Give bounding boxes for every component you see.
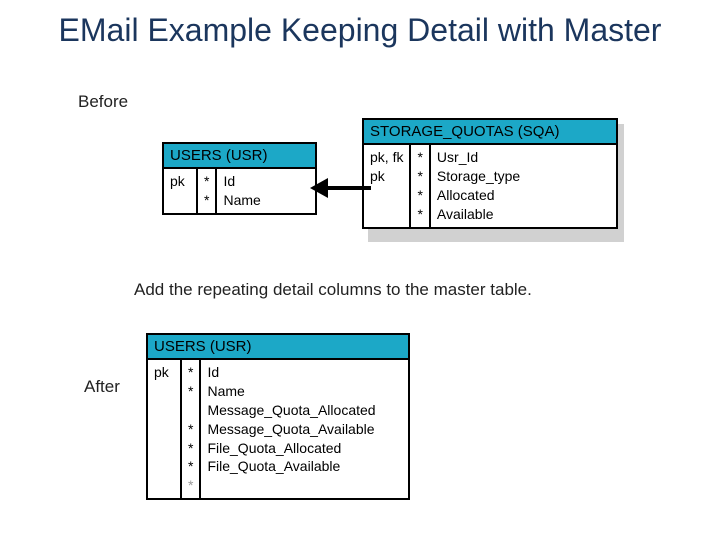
users-before-keys: pk	[164, 169, 198, 213]
arrow-head-icon	[310, 178, 328, 198]
users-after-stars: * * * * * *	[182, 360, 201, 498]
before-label: Before	[78, 92, 128, 112]
sqa-cols: Usr_Id Storage_type Allocated Available	[431, 145, 526, 227]
sqa-stars: * * * *	[411, 145, 430, 227]
users-before-stars: * *	[198, 169, 217, 213]
slide-title: EMail Example Keeping Detail with Master	[0, 0, 720, 49]
users-before-table: USERS (USR) pk * * Id Name	[162, 142, 317, 215]
relationship-arrow	[310, 178, 370, 198]
arrow-tail-icon	[327, 186, 371, 190]
sqa-header: STORAGE_QUOTAS (SQA)	[364, 120, 616, 145]
instruction-text: Add the repeating detail columns to the …	[134, 280, 532, 300]
users-after-cols: Id Name Message_Quota_Allocated Message_…	[201, 360, 381, 498]
users-after-keys: pk	[148, 360, 182, 498]
storage-quotas-table: STORAGE_QUOTAS (SQA) pk, fk pk * * * * U…	[362, 118, 618, 229]
users-after-header: USERS (USR)	[148, 335, 408, 360]
trailing-star: *	[188, 477, 193, 493]
users-before-header: USERS (USR)	[164, 144, 315, 169]
after-label: After	[84, 377, 120, 397]
sqa-keys: pk, fk pk	[364, 145, 411, 227]
users-after-table: USERS (USR) pk * * * * * * Id Name Messa…	[146, 333, 410, 500]
users-before-cols: Id Name	[217, 169, 266, 213]
